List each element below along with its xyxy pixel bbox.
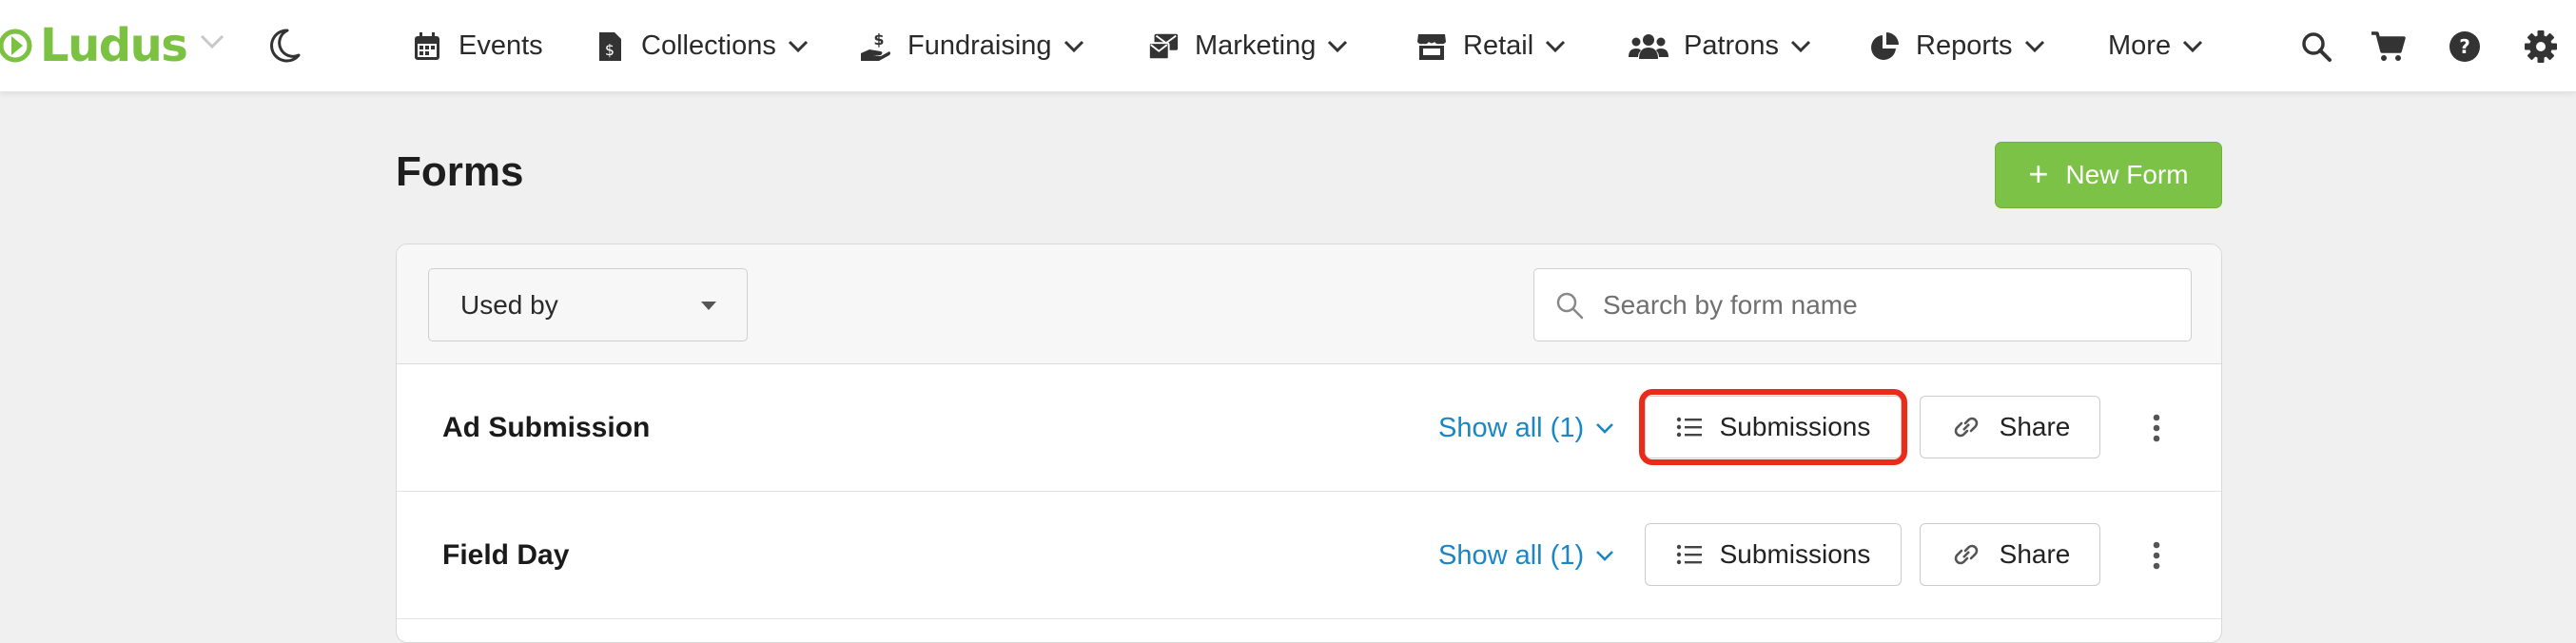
submissions-label: Submissions	[1719, 412, 1871, 441]
chevron-down-icon	[2183, 40, 2203, 52]
show-all-link[interactable]: Show all (1)	[1438, 492, 1614, 619]
svg-text:?: ?	[2459, 35, 2470, 58]
form-name: Ad Submission	[442, 412, 651, 443]
forms-card: Used by Ad Submission Show all (1) Submi…	[396, 244, 2222, 643]
gear-icon[interactable]	[2523, 29, 2559, 65]
link-icon	[1950, 413, 1982, 441]
nav-label-retail: Retail	[1463, 30, 1534, 61]
brand-logo[interactable]: Ludus	[0, 19, 188, 72]
share-button[interactable]: Share	[1920, 396, 2100, 458]
share-label: Share	[1999, 412, 2071, 441]
filter-bar: Used by	[397, 244, 2221, 364]
brand-chevron-down-icon[interactable]	[200, 34, 224, 49]
svg-text:$: $	[605, 41, 615, 59]
form-row: Field Day Show all (1) Submissions Share	[397, 492, 2221, 619]
nav-fundraising[interactable]: $ Fundraising	[860, 0, 1084, 92]
top-navbar: Ludus Events $ Collections $ Fundraising…	[0, 0, 2576, 92]
more-options-icon[interactable]	[2137, 534, 2176, 577]
search-icon	[1556, 292, 1584, 319]
calendar-icon	[411, 30, 443, 63]
pie-chart-icon	[1868, 30, 1901, 63]
link-icon	[1950, 540, 1982, 569]
search-box[interactable]	[1533, 268, 2192, 341]
nav-label-collections: Collections	[641, 30, 776, 61]
chevron-down-icon	[1546, 40, 1566, 52]
logo-mark-icon	[0, 29, 32, 63]
chevron-down-icon	[1596, 550, 1614, 561]
share-label: Share	[1999, 539, 2071, 569]
help-icon[interactable]: ?	[2447, 29, 2483, 65]
plus-icon: +	[2028, 153, 2049, 193]
list-icon	[1676, 416, 1703, 438]
share-button[interactable]: Share	[1920, 523, 2100, 586]
users-icon	[1629, 30, 1669, 63]
nav-label-more: More	[2108, 30, 2172, 61]
svg-text:$: $	[873, 30, 884, 49]
submissions-label: Submissions	[1719, 539, 1871, 569]
cart-icon[interactable]	[2371, 29, 2407, 65]
nav-reports[interactable]: Reports	[1868, 0, 2045, 92]
nav-label-marketing: Marketing	[1195, 30, 1317, 61]
new-form-button[interactable]: + New Form	[1995, 142, 2222, 208]
form-name: Field Day	[442, 539, 570, 571]
list-icon	[1676, 543, 1703, 566]
nav-retail[interactable]: Retail	[1415, 0, 1566, 92]
chevron-down-icon	[1790, 40, 1811, 52]
page-title: Forms	[396, 148, 524, 195]
nav-events[interactable]: Events	[411, 0, 543, 92]
used-by-select[interactable]: Used by	[428, 268, 748, 341]
nav-label-reports: Reports	[1916, 30, 2013, 61]
nav-marketing[interactable]: Marketing	[1147, 0, 1348, 92]
search-icon[interactable]	[2298, 29, 2334, 65]
used-by-label: Used by	[460, 289, 558, 320]
nav-label-events: Events	[459, 30, 543, 61]
chevron-down-icon	[1328, 40, 1348, 52]
show-all-label: Show all (1)	[1438, 412, 1585, 443]
nav-more[interactable]: More	[2108, 0, 2203, 92]
fundraising-icon: $	[860, 30, 892, 63]
caret-down-icon	[701, 302, 716, 310]
dark-mode-moon-icon[interactable]	[264, 27, 302, 65]
show-all-link[interactable]: Show all (1)	[1438, 364, 1614, 492]
chevron-down-icon	[2024, 40, 2044, 52]
submissions-button[interactable]: Submissions	[1645, 396, 1902, 458]
form-row: Ad Submission Show all (1) Submissions S…	[397, 364, 2221, 492]
more-options-icon[interactable]	[2137, 406, 2176, 450]
store-icon	[1415, 30, 1448, 63]
nav-label-patrons: Patrons	[1684, 30, 1779, 61]
marketing-icon	[1147, 30, 1180, 63]
new-form-label: New Form	[2065, 160, 2189, 189]
submissions-button[interactable]: Submissions	[1645, 523, 1902, 586]
brand-name: Ludus	[40, 19, 188, 72]
chevron-down-icon	[788, 40, 808, 52]
collections-icon: $	[594, 30, 626, 63]
chevron-down-icon	[1596, 422, 1614, 434]
nav-patrons[interactable]: Patrons	[1629, 0, 1811, 92]
nav-label-fundraising: Fundraising	[907, 30, 1052, 61]
show-all-label: Show all (1)	[1438, 539, 1585, 571]
search-input[interactable]	[1603, 289, 2155, 321]
chevron-down-icon	[1064, 40, 1083, 52]
nav-collections[interactable]: $ Collections	[594, 0, 809, 92]
